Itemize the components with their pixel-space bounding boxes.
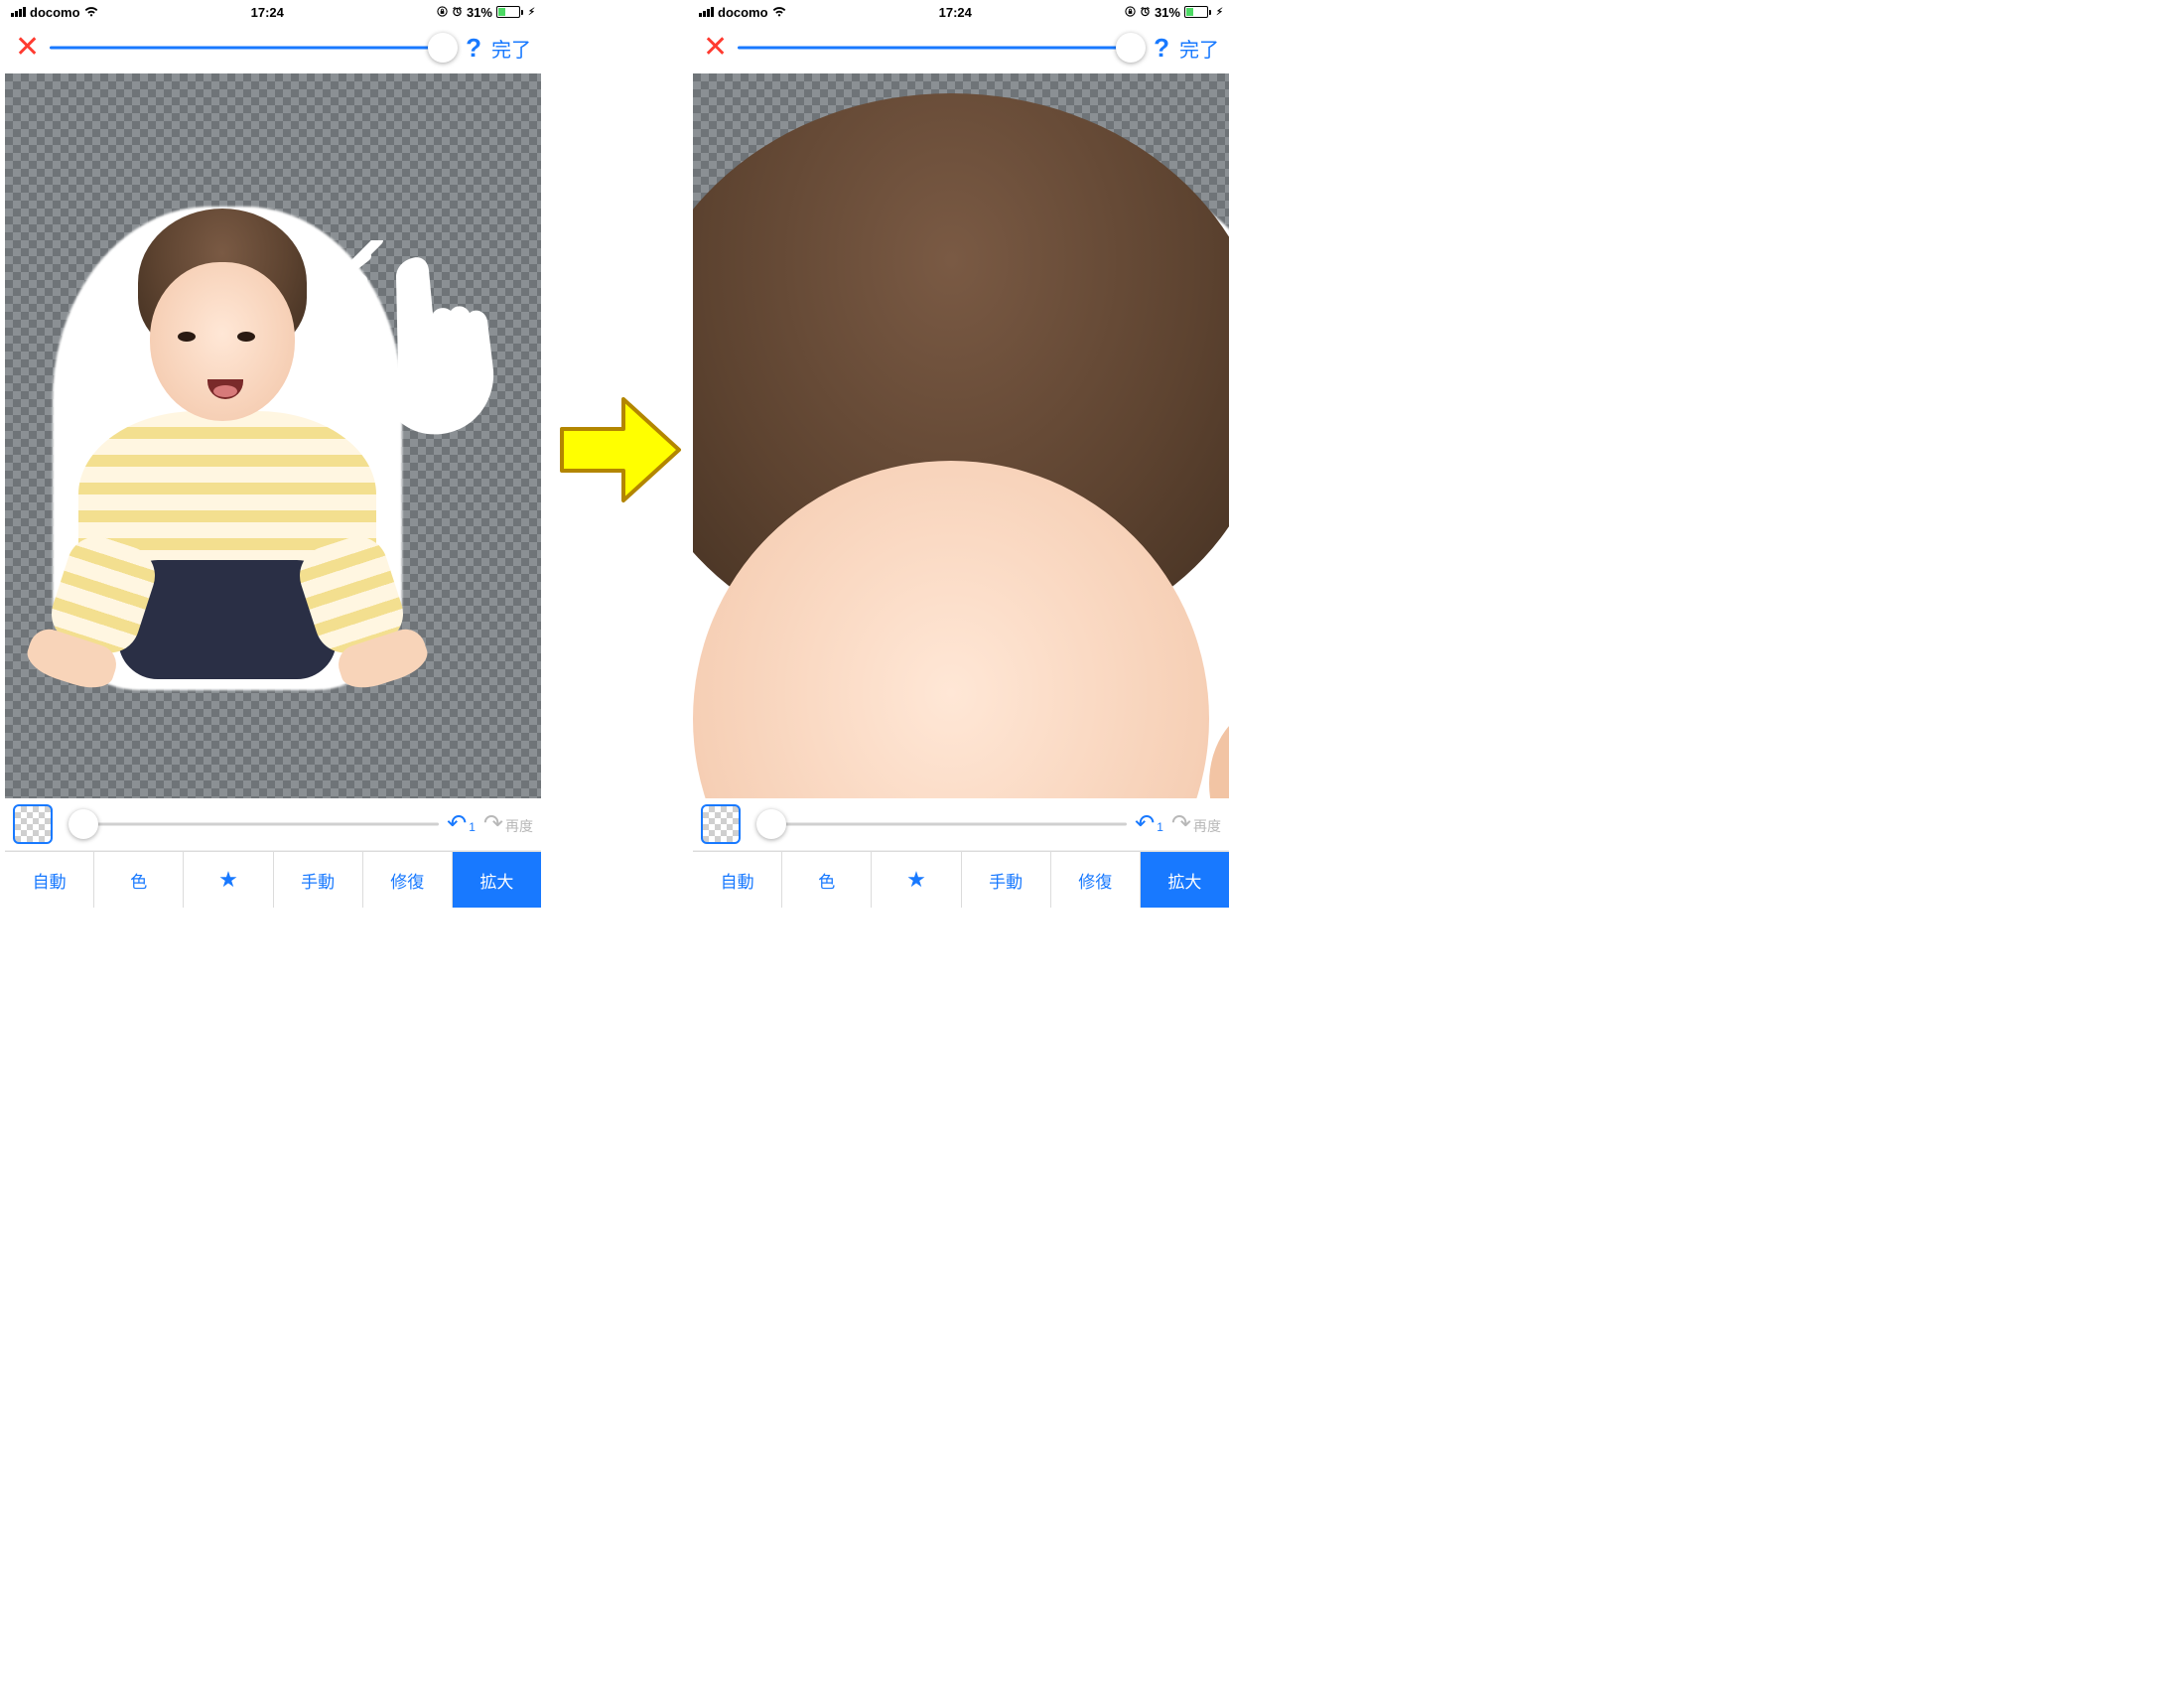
redo-button: ↷ 再度 (1171, 812, 1221, 836)
close-button[interactable]: ✕ (703, 33, 728, 63)
done-button[interactable]: 完了 (491, 34, 531, 63)
status-time: 17:24 (939, 5, 972, 20)
alarm-icon (452, 5, 463, 20)
redo-label: 再度 (1193, 816, 1221, 836)
slider-thumb[interactable] (1116, 33, 1146, 63)
signal-icon (11, 7, 26, 17)
tab-color[interactable]: 色 (94, 852, 184, 908)
brush-track (774, 823, 1127, 826)
undo-count: 1 (1157, 820, 1163, 834)
wifi-icon (84, 5, 98, 20)
battery-pct: 31% (467, 5, 492, 20)
tab-star[interactable]: ★ (872, 852, 961, 908)
done-button[interactable]: 完了 (1179, 34, 1219, 63)
bottom-tabs: 自動 色 ★ 手動 修復 拡大 (693, 851, 1229, 908)
bottom-tabs: 自動 色 ★ 手動 修復 拡大 (5, 851, 541, 908)
status-left: docomo (699, 5, 786, 20)
carrier-label: docomo (30, 5, 80, 20)
tab-auto[interactable]: 自動 (693, 852, 782, 908)
lock-icon (437, 5, 448, 20)
close-button[interactable]: ✕ (15, 33, 40, 63)
tab-auto[interactable]: 自動 (5, 852, 94, 908)
top-toolbar: ✕ ? 完了 (693, 22, 1229, 73)
status-bar: docomo 17:24 31% ⚡︎ (693, 0, 1229, 22)
transition-arrow-icon (556, 385, 685, 514)
help-button[interactable]: ? (466, 33, 481, 64)
status-bar: docomo 17:24 31% ⚡︎ (5, 0, 541, 22)
charging-icon: ⚡︎ (1216, 7, 1223, 18)
status-right: 31% ⚡︎ (1125, 5, 1223, 20)
brush-track (86, 823, 439, 826)
slider-thumb[interactable] (428, 33, 458, 63)
background-preview-button[interactable] (13, 804, 53, 844)
subject-cutout-zoomed (693, 133, 1229, 798)
brush-size-slider[interactable] (749, 809, 1127, 839)
undo-icon: ↶ (1135, 812, 1155, 836)
tab-zoom[interactable]: 拡大 (453, 852, 541, 908)
redo-label: 再度 (505, 816, 533, 836)
brush-thumb[interactable] (756, 809, 786, 839)
tab-color[interactable]: 色 (782, 852, 872, 908)
battery-pct: 31% (1155, 5, 1180, 20)
help-button[interactable]: ? (1154, 33, 1169, 64)
phone-screenshot-after: docomo 17:24 31% ⚡︎ ✕ (693, 0, 1229, 908)
pinch-zoom-hint-icon (309, 240, 507, 459)
redo-button: ↷ 再度 (483, 812, 533, 836)
tab-zoom[interactable]: 拡大 (1141, 852, 1229, 908)
edit-canvas[interactable] (693, 73, 1229, 798)
control-strip: ↶ 1 ↷ 再度 (5, 798, 541, 851)
lock-icon (1125, 5, 1136, 20)
brush-size-slider[interactable] (61, 809, 439, 839)
slider-track (738, 47, 1144, 50)
control-strip: ↶ 1 ↷ 再度 (693, 798, 1229, 851)
undo-icon: ↶ (447, 812, 467, 836)
wifi-icon (772, 5, 786, 20)
status-left: docomo (11, 5, 98, 20)
signal-icon (699, 7, 714, 17)
status-right: 31% ⚡︎ (437, 5, 535, 20)
threshold-slider[interactable] (738, 33, 1144, 63)
tab-repair[interactable]: 修復 (1051, 852, 1141, 908)
redo-icon: ↷ (1171, 812, 1191, 836)
comparison-stage: docomo 17:24 31% ⚡︎ ✕ (0, 0, 2184, 1695)
background-preview-button[interactable] (701, 804, 741, 844)
slider-track (50, 47, 456, 50)
tab-repair[interactable]: 修復 (363, 852, 453, 908)
status-time: 17:24 (251, 5, 284, 20)
brush-thumb[interactable] (68, 809, 98, 839)
undo-button[interactable]: ↶ 1 (447, 812, 476, 836)
carrier-label: docomo (718, 5, 768, 20)
tab-star[interactable]: ★ (184, 852, 273, 908)
edit-canvas[interactable] (5, 73, 541, 798)
threshold-slider[interactable] (50, 33, 456, 63)
alarm-icon (1140, 5, 1151, 20)
redo-icon: ↷ (483, 812, 503, 836)
battery-icon (1184, 6, 1211, 18)
undo-button[interactable]: ↶ 1 (1135, 812, 1163, 836)
charging-icon: ⚡︎ (528, 7, 535, 18)
battery-icon (496, 6, 523, 18)
phone-screenshot-before: docomo 17:24 31% ⚡︎ ✕ (5, 0, 541, 908)
tab-manual[interactable]: 手動 (274, 852, 363, 908)
top-toolbar: ✕ ? 完了 (5, 22, 541, 73)
undo-count: 1 (469, 820, 476, 834)
tab-manual[interactable]: 手動 (962, 852, 1051, 908)
